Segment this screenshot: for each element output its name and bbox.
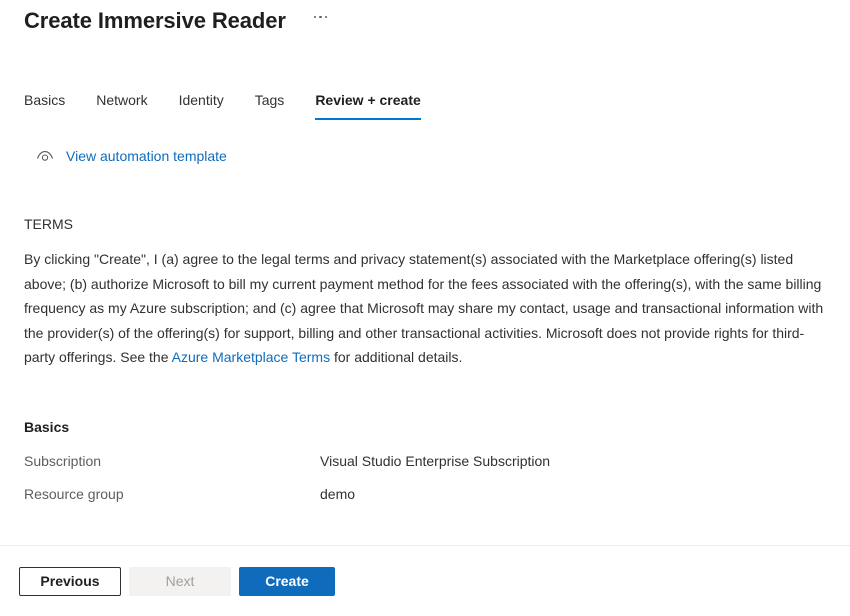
summary-value-resource-group: demo (320, 485, 356, 502)
view-automation-template-link[interactable]: View automation template (36, 146, 227, 166)
tab-review-create[interactable]: Review + create (315, 90, 421, 120)
tab-identity[interactable]: Identity (179, 90, 224, 120)
terms-paragraph: By clicking "Create", I (a) agree to the… (24, 247, 824, 370)
azure-marketplace-terms-link[interactable]: Azure Marketplace Terms (172, 349, 330, 365)
basics-summary-table: Subscription Visual Studio Enterprise Su… (24, 451, 826, 504)
create-immersive-reader-blade: Create Immersive Reader Basics Network I… (0, 0, 850, 616)
terms-heading: TERMS (24, 216, 73, 232)
automation-template-row: View automation template (0, 146, 850, 166)
ellipsis-dot (313, 15, 317, 19)
previous-button[interactable]: Previous (19, 566, 121, 596)
wizard-footer: Previous Next Create (0, 545, 850, 616)
terms-body-part-2: for additional details. (330, 349, 463, 365)
summary-key-subscription: Subscription (24, 452, 102, 469)
tab-tags[interactable]: Tags (255, 90, 285, 120)
wizard-tabs: Basics Network Identity Tags Review + cr… (0, 88, 850, 120)
blade-header: Create Immersive Reader (0, 0, 850, 38)
basics-section-heading: Basics (24, 418, 70, 435)
tab-basics[interactable]: Basics (24, 90, 65, 120)
create-button[interactable]: Create (239, 566, 335, 596)
table-row: Resource group demo (24, 484, 826, 504)
view-automation-template-label: View automation template (66, 148, 227, 164)
page-title: Create Immersive Reader (24, 8, 286, 33)
summary-value-subscription: Visual Studio Enterprise Subscription (320, 452, 551, 469)
ellipsis-dot (324, 15, 328, 19)
next-button: Next (129, 566, 231, 596)
terms-body-part-1: By clicking "Create", I (a) agree to the… (24, 251, 824, 365)
ellipsis-dot (319, 15, 322, 19)
review-content: TERMS By clicking "Create", I (a) agree … (0, 166, 850, 545)
summary-key-resource-group: Resource group (24, 485, 124, 502)
eye-icon (36, 147, 54, 165)
table-row: Subscription Visual Studio Enterprise Su… (24, 451, 826, 471)
ellipsis-icon[interactable] (310, 10, 332, 25)
tab-network[interactable]: Network (96, 90, 147, 120)
